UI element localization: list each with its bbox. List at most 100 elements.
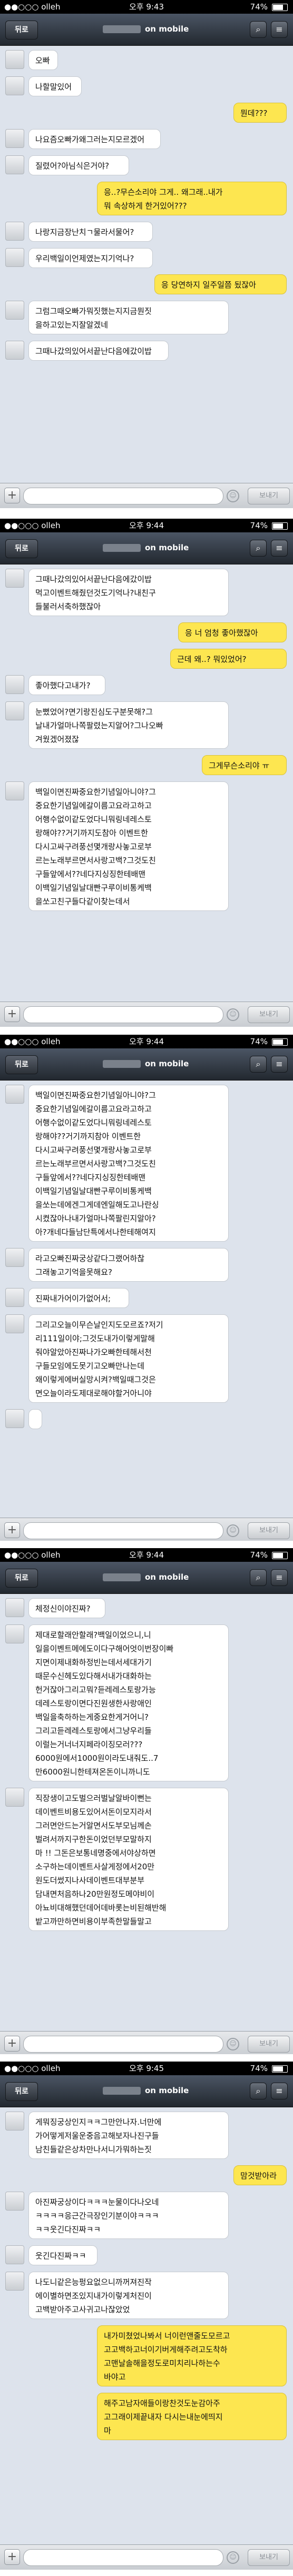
menu-icon[interactable]: ≡ [271,21,288,38]
outgoing-message: 맘것받아라 [233,2165,287,2185]
chat-subtitle: on mobile [145,543,189,552]
contact-avatar[interactable] [5,1248,24,1267]
status-time: 오후 9:43 [129,2,164,12]
contact-avatar[interactable] [5,781,24,800]
send-button[interactable]: 보내기 [248,488,290,504]
search-icon[interactable]: ⌕ [250,2083,267,2099]
contact-avatar[interactable] [5,1788,24,1807]
status-bar: ●●○○○ olleh 오후 9:43 74% [0,0,293,14]
contact-avatar[interactable] [5,1409,24,1428]
chat-header: 뒤로 on mobile ⌕ ≡ [0,1048,293,1081]
contact-avatar[interactable] [5,1314,24,1333]
incoming-message: 진짜내가어이가없어서; [28,1288,129,1308]
plus-icon[interactable]: + [4,488,20,503]
incoming-message: 아진짜궁상이다ㅋㅋㅋ눈물이다나오네 ㅋㅋㅋㅋ응근간극장인기분이야ㅋㅋㅋ ㅋㅋ웃긴… [28,2192,229,2239]
menu-icon[interactable]: ≡ [271,1569,288,1586]
incoming-message: 백일이면진짜중요한기념일아니야?그 중요한기념일에갈이름고요라고하고 어행수없이… [28,781,229,911]
battery-icon [272,2065,288,2073]
send-button[interactable]: 보내기 [248,1006,290,1023]
send-button[interactable]: 보내기 [248,2549,290,2566]
contact-avatar[interactable] [5,155,24,174]
battery-icon [272,4,288,11]
contact-name-redacted [103,1060,141,1068]
contact-avatar[interactable] [5,222,24,241]
chat-header: 뒤로 on mobile ⌕ ≡ [0,1562,293,1594]
back-button[interactable]: 뒤로 [5,1055,38,1074]
contact-name-redacted [103,25,141,33]
contact-avatar[interactable] [5,1085,24,1104]
emoticon-icon[interactable]: ☺ [227,490,239,502]
plus-icon[interactable]: + [4,1522,20,1538]
menu-icon[interactable]: ≡ [271,540,288,557]
contact-avatar[interactable] [5,2245,24,2264]
screenshot-divider [0,1027,293,1035]
search-icon[interactable]: ⌕ [250,1056,267,1073]
battery-percent: 74% [250,2,268,12]
back-button[interactable]: 뒤로 [5,1569,38,1588]
chat-subtitle: on mobile [145,24,189,34]
chat-header: 뒤로 on mobile ⌕ ≡ [0,14,293,46]
message-input[interactable] [23,1522,223,1539]
contact-avatar[interactable] [5,1598,24,1617]
message-input[interactable] [23,2036,223,2053]
contact-avatar[interactable] [5,50,24,69]
send-button[interactable]: 보내기 [248,1522,290,1539]
message-input[interactable] [23,488,223,504]
screenshot-divider [0,2054,293,2062]
incoming-message: 나할말있어 [28,76,82,96]
contact-avatar[interactable] [5,569,24,588]
contact-avatar[interactable] [5,2112,24,2131]
search-icon[interactable]: ⌕ [250,540,267,557]
menu-icon[interactable]: ≡ [271,2083,288,2099]
chat-screen: ●●○○○ olleh 오후 9:44 74% 뒤로 on mobile ⌕ ≡ 그때나갔의있… [0,519,293,1027]
menu-icon[interactable]: ≡ [271,1056,288,1073]
status-time: 오후 9:45 [129,2064,164,2073]
search-icon[interactable]: ⌕ [250,1569,267,1586]
incoming-message: 눈뻤었어?면기랑진심도구분못해?그 날내가얼마나쪽팔렸는지알어?그나오빠 겨웠겠… [28,701,229,749]
contact-avatar[interactable] [5,248,24,267]
incoming-message: 제대로할래안할래?백일이었으니,니 일을이벤트메에도이다구해어엇이번장이빠 지면… [28,1624,229,1781]
message-input[interactable] [23,2549,223,2566]
contact-avatar[interactable] [5,341,24,360]
contact-name-redacted [103,1573,141,1581]
contact-avatar[interactable] [5,2192,24,2211]
contact-avatar[interactable] [5,2272,24,2291]
contact-avatar[interactable] [5,1624,24,1643]
contact-avatar[interactable] [5,701,24,720]
chat-screen: ●●○○○ olleh 오후 9:44 74% 뒤로 on mobile ⌕ ≡ 체정신이야진… [0,1548,293,2056]
incoming-message: 우리백일이언제였는지기억나? [28,248,153,268]
incoming-message: 나요즘오빠가왜그러는지모르겠어 [28,129,161,149]
chat-subtitle: on mobile [145,2086,189,2095]
outgoing-message: 뭔데??? [233,103,287,123]
back-button[interactable]: 뒤로 [5,21,38,39]
status-bar: ●●○○○ olleh 오후 9:44 74% [0,519,293,532]
emoticon-icon[interactable]: ☺ [227,1524,239,1537]
incoming-message: 라고오빠진짜궁상같다그랬어하찮 그래놓고기억을못해요? [28,1248,229,1282]
back-button[interactable]: 뒤로 [5,539,38,558]
contact-avatar[interactable] [5,675,24,694]
incoming-message: 오빠 [28,50,58,70]
battery-icon [272,1552,288,1559]
send-button[interactable]: 보내기 [248,2036,290,2053]
contact-name-redacted [103,2087,141,2095]
battery-level-fill [273,1039,283,1045]
search-icon[interactable]: ⌕ [250,21,267,38]
emoticon-icon[interactable]: ☺ [227,2551,239,2564]
contact-avatar[interactable] [5,129,24,148]
chat-title: on mobile [53,23,240,36]
message-input-bar: + ☺ 보내기 [0,1518,293,1543]
emoticon-icon[interactable]: ☺ [227,1008,239,1021]
plus-icon[interactable]: + [4,2036,20,2052]
screenshot-divider [0,1541,293,1548]
message-input[interactable] [23,1006,223,1023]
emoticon-icon[interactable]: ☺ [227,2038,239,2050]
contact-avatar[interactable] [5,76,24,95]
plus-icon[interactable]: + [4,1006,20,1022]
contact-avatar[interactable] [5,301,24,320]
back-button[interactable]: 뒤로 [5,2082,38,2101]
incoming-message: 그리고오늘이무슨날인지도모르죠?저기 리111일이야;그것도내가이렇게말해 줘야… [28,1314,229,1403]
plus-icon[interactable]: + [4,2549,20,2565]
incoming-message: 웃긴다진짜ㅋㅋ [28,2245,97,2265]
contact-avatar[interactable] [5,1288,24,1307]
message-input-bar: + ☺ 보내기 [0,1002,293,1027]
